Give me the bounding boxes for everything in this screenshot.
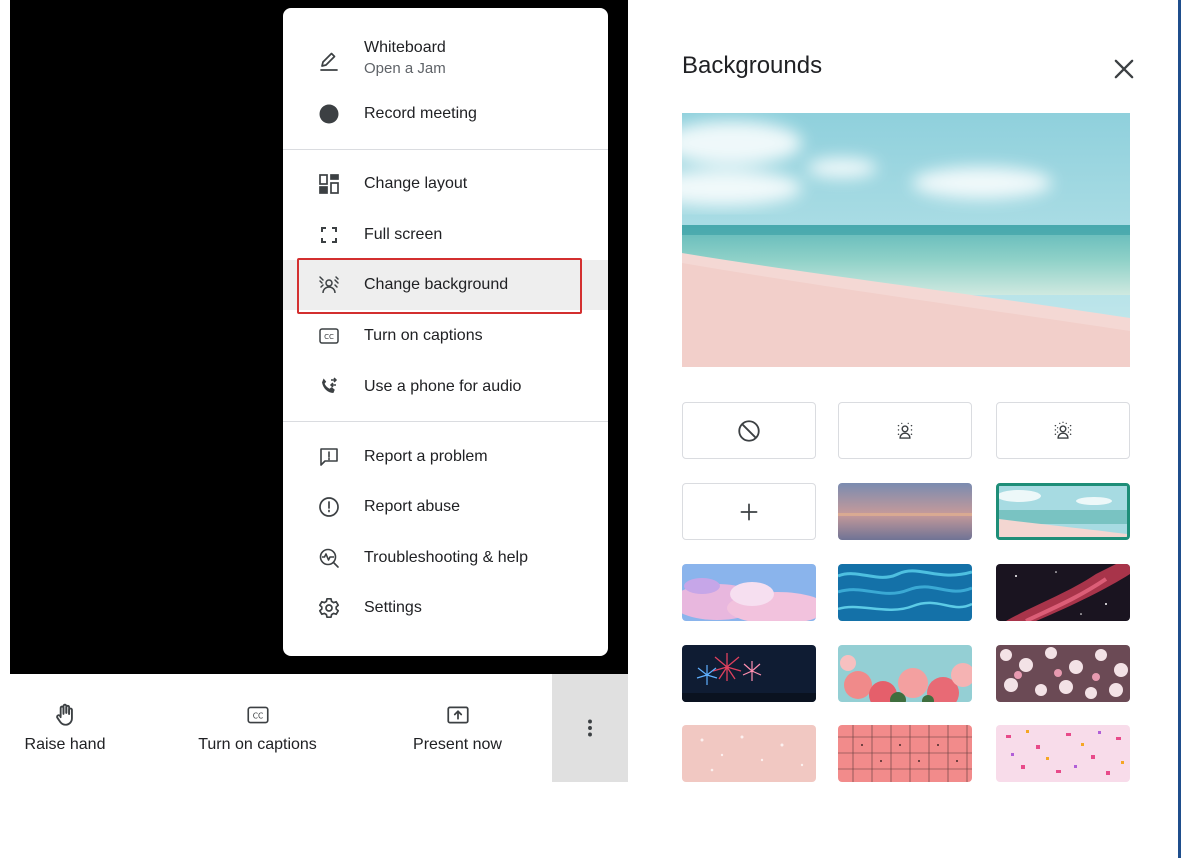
captions-label: Turn on captions: [198, 736, 317, 753]
layout-icon: [315, 170, 343, 198]
blur-icon: [897, 422, 913, 439]
menu-item-report-abuse[interactable]: Report abuse: [283, 482, 608, 532]
menu-divider: [283, 149, 608, 150]
svg-text:CC: CC: [252, 711, 263, 720]
phone-icon: [315, 373, 343, 401]
menu-item-record[interactable]: Record meeting: [283, 89, 608, 139]
svg-text:CC: CC: [324, 333, 334, 341]
more-vert-icon: [588, 719, 592, 737]
raise-hand-button[interactable]: Raise hand: [10, 674, 120, 782]
background-tile-confetti[interactable]: [996, 725, 1130, 782]
raise-hand-label: Raise hand: [24, 736, 106, 753]
captions-icon: CC: [246, 706, 269, 724]
no-effect-icon: [738, 419, 760, 442]
captions-label: Turn on captions: [364, 327, 483, 344]
troubleshoot-icon: [315, 544, 343, 572]
whiteboard-sublabel: Open a Jam: [364, 60, 446, 77]
menu-item-settings[interactable]: Settings: [283, 583, 608, 633]
add-icon: [740, 503, 758, 520]
background-tile-water[interactable]: [838, 564, 972, 621]
settings-label: Settings: [364, 599, 422, 616]
background-icon: [315, 271, 343, 299]
more-options-menu: Whiteboard Open a Jam Record meeting Cha…: [283, 8, 608, 656]
background-preview: [682, 113, 1130, 367]
panel-title: Backgrounds: [682, 52, 823, 79]
blur-option[interactable]: [996, 402, 1130, 459]
menu-item-captions[interactable]: CC Turn on captions: [283, 311, 608, 361]
no-effect-option[interactable]: [682, 402, 816, 459]
hand-icon: [56, 703, 73, 726]
change-background-label: Change background: [364, 276, 509, 293]
menu-item-phone-audio[interactable]: Use a phone for audio: [283, 362, 608, 412]
upload-background-option[interactable]: [682, 483, 816, 540]
background-tile-pink-bokeh[interactable]: [682, 725, 816, 782]
background-tile-sunset[interactable]: [838, 483, 972, 540]
report-problem-label: Report a problem: [364, 448, 488, 465]
present-now-button[interactable]: Present now: [400, 674, 515, 782]
report-abuse-label: Report abuse: [364, 498, 461, 515]
present-icon: [446, 706, 469, 724]
feedback-icon: [315, 443, 343, 471]
blur-icon: [1054, 421, 1072, 439]
menu-item-whiteboard[interactable]: Whiteboard Open a Jam: [283, 30, 608, 92]
menu-item-change-layout[interactable]: Change layout: [283, 159, 608, 209]
present-now-label: Present now: [413, 736, 502, 753]
menu-divider: [283, 421, 608, 422]
captions-button[interactable]: CC Turn on captions: [180, 674, 335, 782]
close-icon[interactable]: [1110, 55, 1138, 83]
pen-icon: [315, 47, 343, 75]
background-tile-clouds[interactable]: [682, 564, 816, 621]
meeting-toolbar: Raise hand CC Turn on captions Present n…: [0, 674, 628, 782]
frame-border: [1178, 0, 1181, 858]
gear-icon: [315, 594, 343, 622]
background-tile-pink-grid[interactable]: [838, 725, 972, 782]
background-tile-flowers[interactable]: [838, 645, 972, 702]
menu-item-full-screen[interactable]: Full screen: [283, 210, 608, 260]
troubleshooting-label: Troubleshooting & help: [364, 549, 528, 566]
backgrounds-panel: Backgrounds: [650, 0, 1178, 858]
background-tile-beach-selected[interactable]: [996, 483, 1130, 540]
menu-item-change-background[interactable]: Change background: [283, 260, 608, 310]
background-tile-blossoms[interactable]: [996, 645, 1130, 702]
background-tile-fireworks[interactable]: [682, 645, 816, 702]
fullscreen-icon: [315, 221, 343, 249]
phone-audio-label: Use a phone for audio: [364, 378, 522, 395]
more-options-button[interactable]: [552, 674, 628, 782]
menu-item-report-problem[interactable]: Report a problem: [283, 432, 608, 482]
captions-icon: CC: [315, 322, 343, 350]
full-screen-label: Full screen: [364, 226, 443, 243]
slight-blur-option[interactable]: [838, 402, 972, 459]
record-dot-icon: [315, 100, 343, 128]
background-tile-nebula[interactable]: [996, 564, 1130, 621]
alert-circle-icon: [315, 493, 343, 521]
menu-item-troubleshooting[interactable]: Troubleshooting & help: [283, 533, 608, 583]
whiteboard-label: Whiteboard: [364, 39, 446, 56]
change-layout-label: Change layout: [364, 175, 468, 192]
record-label: Record meeting: [364, 105, 477, 122]
